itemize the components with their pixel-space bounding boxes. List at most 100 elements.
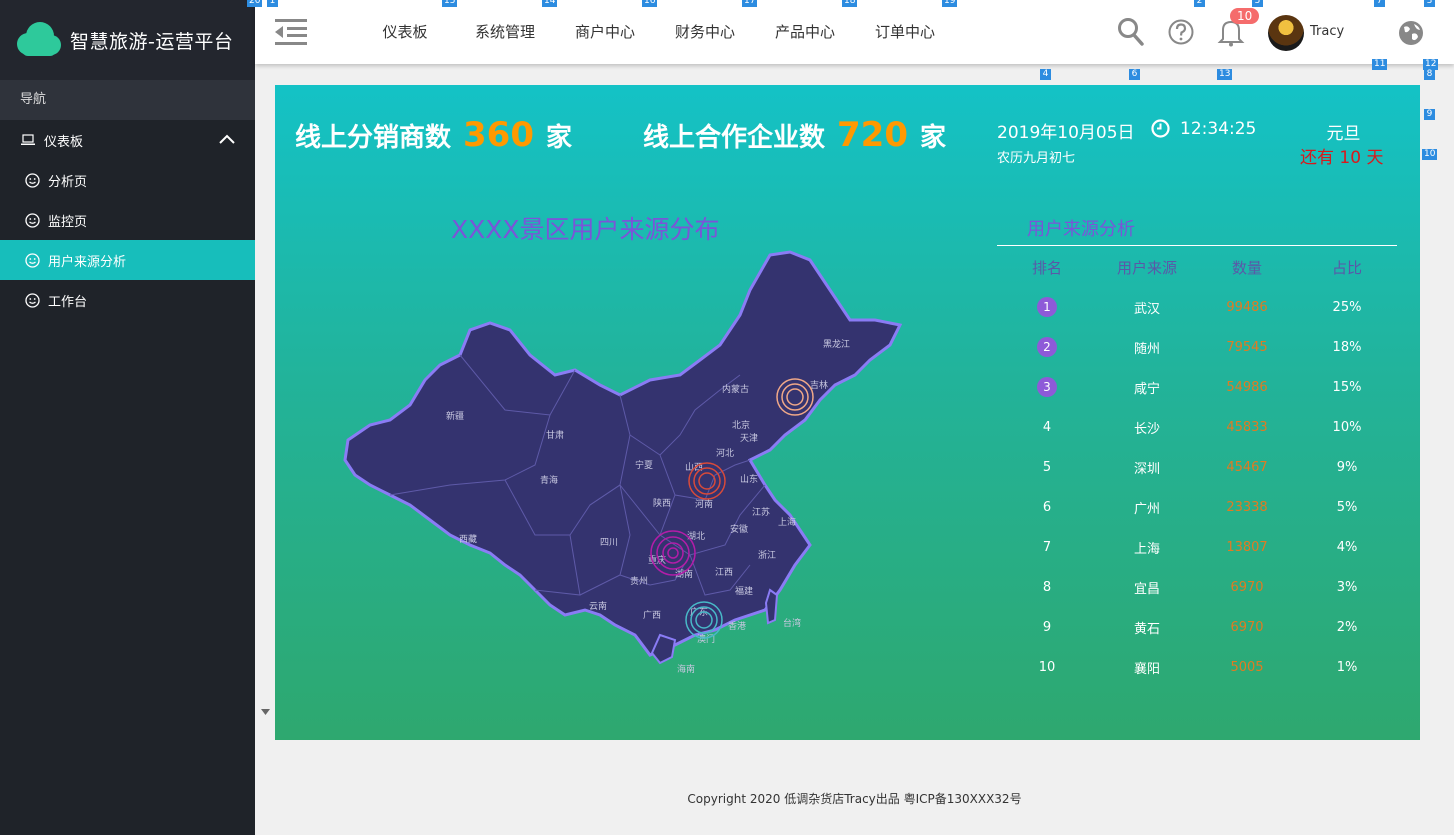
enterprise-stat: 线上合作企业数 720 家 bbox=[643, 115, 946, 155]
rank-cell: 6 bbox=[1042, 499, 1052, 515]
count-cell: 54986 bbox=[1226, 379, 1268, 395]
city-cell: 宜昌 bbox=[1133, 581, 1160, 597]
marker-label: 14 bbox=[542, 0, 558, 7]
table-row: 4 长沙 45833 10% bbox=[997, 407, 1397, 447]
sidebar-item-label: 工作台 bbox=[48, 294, 88, 310]
table-row: 8 宜昌 6970 3% bbox=[997, 567, 1397, 607]
laptop-icon bbox=[20, 132, 36, 148]
sidebar-item-analysis[interactable]: 分析页 bbox=[0, 160, 255, 200]
rank-badge: 2 bbox=[1037, 337, 1057, 357]
marker-label: 19 bbox=[942, 0, 958, 7]
topnav-system[interactable]: 系统管理 bbox=[455, 0, 555, 64]
table-row: 2 随州 79545 18% bbox=[997, 327, 1397, 367]
ratio-cell: 1% bbox=[1336, 659, 1358, 675]
marker-label: 9 bbox=[1424, 109, 1435, 120]
sidebar-item-user-source[interactable]: 用户来源分析 bbox=[0, 240, 255, 280]
holiday-name: 元旦 bbox=[1326, 124, 1361, 144]
rank-cell: 9 bbox=[1042, 619, 1052, 635]
sidebar-item-label: 仪表板 bbox=[44, 134, 84, 150]
ratio-cell: 4% bbox=[1336, 539, 1358, 555]
table-row: 7 上海 13807 4% bbox=[997, 527, 1397, 567]
count-cell: 99486 bbox=[1226, 299, 1268, 315]
marker-label: 13 bbox=[1217, 69, 1233, 80]
top-nav: 仪表板 系统管理 商户中心 财务中心 产品中心 订单中心 bbox=[355, 0, 955, 64]
topnav-order[interactable]: 订单中心 bbox=[855, 0, 955, 64]
marker-label: 2 bbox=[1194, 0, 1205, 7]
smile-icon bbox=[24, 172, 40, 188]
ratio-cell: 18% bbox=[1332, 339, 1362, 355]
smile-icon bbox=[24, 292, 40, 308]
smile-icon bbox=[24, 252, 40, 268]
marker-label: 17 bbox=[742, 0, 758, 7]
avatar[interactable] bbox=[1268, 15, 1304, 51]
topnav-product[interactable]: 产品中心 bbox=[755, 0, 855, 64]
sidebar-item-label: 用户来源分析 bbox=[48, 254, 127, 270]
brand-title: 智慧旅游-运营平台 bbox=[70, 30, 234, 53]
city-cell: 深圳 bbox=[1133, 461, 1160, 477]
rank-badge: 3 bbox=[1037, 377, 1057, 397]
count-cell: 13807 bbox=[1226, 539, 1268, 555]
sidebar: 智慧旅游-运营平台 导航 仪表板 分析页 监控页 用户来源分析 工作台 bbox=[0, 0, 255, 835]
topnav-finance[interactable]: 财务中心 bbox=[655, 0, 755, 64]
current-time: 12:34:25 bbox=[1180, 119, 1257, 139]
ratio-cell: 10% bbox=[1332, 419, 1362, 435]
menu-fold-icon[interactable] bbox=[275, 19, 307, 49]
scroll-down-icon[interactable] bbox=[261, 700, 270, 719]
search-icon[interactable] bbox=[1117, 17, 1145, 51]
ratio-cell: 3% bbox=[1336, 579, 1358, 595]
marker-label: 15 bbox=[442, 0, 458, 7]
marker-label: 20 bbox=[247, 0, 263, 7]
city-cell: 广州 bbox=[1133, 501, 1160, 517]
top-bar: 仪表板 系统管理 商户中心 财务中心 产品中心 订单中心 10 Tracy bbox=[255, 0, 1454, 64]
stat-label: 线上合作企业数 bbox=[643, 123, 826, 153]
table-row: 10 襄阳 5005 1% bbox=[997, 647, 1397, 687]
sidebar-item-workbench[interactable]: 工作台 bbox=[0, 280, 255, 320]
topnav-dashboard[interactable]: 仪表板 bbox=[355, 0, 455, 64]
brand: 智慧旅游-运营平台 bbox=[0, 0, 255, 80]
smile-icon bbox=[24, 212, 40, 228]
column-header: 占比 bbox=[1331, 259, 1362, 277]
marker-label: 11 bbox=[1372, 59, 1388, 70]
ratio-cell: 15% bbox=[1332, 379, 1362, 395]
china-map[interactable]: 黑龙江 吉林 内蒙古 新疆 甘肃 北京 天津 河北 宁夏 山西 山东 青海 陕西… bbox=[330, 235, 930, 685]
stat-unit: 家 bbox=[920, 123, 947, 153]
table-row: 5 深圳 45467 9% bbox=[997, 447, 1397, 487]
rank-cell: 8 bbox=[1042, 579, 1052, 595]
ratio-cell: 25% bbox=[1332, 299, 1362, 315]
stat-label: 线上分销商数 bbox=[295, 123, 452, 153]
table-header: 排名 用户来源 数量 占比 bbox=[997, 257, 1397, 278]
topnav-merchant[interactable]: 商户中心 bbox=[555, 0, 655, 64]
marker-label: 1 bbox=[267, 0, 278, 7]
marker-label: 4 bbox=[1040, 69, 1051, 80]
table-title: 用户来源分析 bbox=[1027, 219, 1135, 240]
table-row: 6 广州 23338 5% bbox=[997, 487, 1397, 527]
stat-value: 720 bbox=[837, 115, 908, 155]
current-date: 2019年10月05日 bbox=[997, 123, 1135, 143]
help-icon[interactable] bbox=[1167, 17, 1195, 51]
sidebar-item-label: 分析页 bbox=[48, 174, 88, 190]
table-row: 1 武汉 99486 25% bbox=[997, 287, 1397, 327]
ratio-cell: 2% bbox=[1336, 619, 1358, 635]
rank-badge: 1 bbox=[1037, 297, 1057, 317]
user-name[interactable]: Tracy bbox=[1310, 24, 1344, 39]
city-cell: 武汉 bbox=[1133, 301, 1160, 317]
city-cell: 咸宁 bbox=[1133, 381, 1160, 397]
ripple-markers bbox=[650, 378, 814, 639]
city-cell: 黄石 bbox=[1133, 621, 1160, 637]
city-cell: 襄阳 bbox=[1133, 661, 1160, 677]
count-cell: 45833 bbox=[1226, 419, 1268, 435]
sidebar-item-dashboard[interactable]: 仪表板 bbox=[0, 120, 255, 160]
chevron-up-icon[interactable] bbox=[219, 133, 235, 148]
count-cell: 79545 bbox=[1226, 339, 1268, 355]
clock-icon bbox=[1151, 119, 1170, 142]
count-cell: 45467 bbox=[1226, 459, 1268, 475]
rank-cell: 7 bbox=[1042, 539, 1052, 555]
table-row: 3 咸宁 54986 15% bbox=[997, 367, 1397, 407]
rank-cell: 5 bbox=[1042, 459, 1052, 475]
marker-label: 10 bbox=[1422, 149, 1438, 160]
notification-badge: 10 bbox=[1230, 8, 1260, 24]
sidebar-item-monitor[interactable]: 监控页 bbox=[0, 200, 255, 240]
globe-icon[interactable] bbox=[1398, 20, 1424, 50]
footer-copyright: Copyright 2020 低调杂货店Tracy出品 粤ICP备130XXX3… bbox=[687, 792, 1022, 806]
city-cell: 上海 bbox=[1133, 541, 1160, 557]
